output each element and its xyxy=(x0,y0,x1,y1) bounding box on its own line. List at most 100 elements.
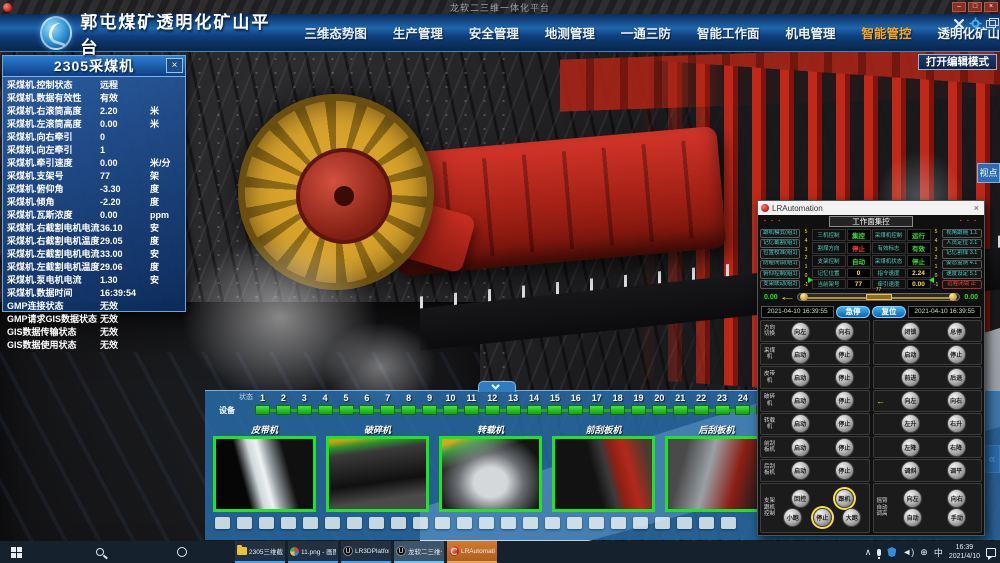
unit-status-block[interactable] xyxy=(443,405,458,415)
network-globe-icon[interactable]: ⊕ xyxy=(920,547,928,558)
unit-status-block[interactable] xyxy=(485,405,500,415)
mode-button[interactable]: 速度设定 5.1 xyxy=(942,270,982,279)
tools-icon[interactable] xyxy=(953,18,965,30)
unit-status-block[interactable] xyxy=(276,405,291,415)
control-button[interactable]: 手动 xyxy=(947,508,966,527)
menu-item[interactable]: 生产管理 xyxy=(393,23,443,42)
control-button[interactable]: 后退 xyxy=(947,368,966,387)
control-button[interactable]: 停止 xyxy=(835,438,854,457)
taskbar-app-button[interactable]: U LR3DPlatform - U... xyxy=(341,541,391,563)
close-button[interactable]: × xyxy=(984,2,998,12)
control-button[interactable]: 向左 xyxy=(901,391,920,410)
control-button[interactable]: 向右 xyxy=(835,322,854,341)
control-button[interactable]: 右升 xyxy=(947,414,966,433)
unit-status-block[interactable] xyxy=(506,405,521,415)
mode-button[interactable]: 人员定位 2.1 xyxy=(942,239,982,248)
start-button[interactable] xyxy=(4,541,28,563)
mode-button[interactable]: 俯仰控制(组1) xyxy=(760,270,800,279)
control-button[interactable]: 停止 xyxy=(835,368,854,387)
camera-thumbnail[interactable] xyxy=(326,436,429,512)
control-button[interactable]: 向左 xyxy=(903,489,922,508)
control-button[interactable]: 停止 xyxy=(835,414,854,433)
mode-button[interactable]: 记忆截割(组1) xyxy=(760,239,800,248)
unit-status-block[interactable] xyxy=(673,405,688,415)
control-button[interactable]: 启动 xyxy=(791,438,810,457)
control-button[interactable]: 右降 xyxy=(947,438,966,457)
control-button[interactable]: 停止 xyxy=(835,345,854,364)
control-button[interactable]: 大跑 xyxy=(842,508,861,527)
menu-item[interactable]: 机电管理 xyxy=(785,23,835,42)
control-button[interactable]: 启动 xyxy=(791,461,810,480)
taskbar-app-button[interactable]: 2305三维截图 xyxy=(235,541,285,563)
workface-control-tab[interactable]: 工作面集控 xyxy=(829,216,913,227)
unit-status-block[interactable] xyxy=(715,405,730,415)
control-button[interactable]: 左升 xyxy=(901,414,920,433)
control-button[interactable]: 启动 xyxy=(791,414,810,433)
unit-status-block[interactable] xyxy=(589,405,604,415)
mode-button[interactable]: 跟机模式(组1) xyxy=(760,229,800,238)
control-button[interactable]: 向右 xyxy=(947,489,966,508)
unit-status-block[interactable] xyxy=(318,405,333,415)
unit-status-block[interactable] xyxy=(464,405,479,415)
control-button[interactable]: 启动 xyxy=(791,391,810,410)
unit-status-block[interactable] xyxy=(694,405,709,415)
emergency-stop-button[interactable]: 急停 xyxy=(836,306,870,318)
search-button[interactable] xyxy=(88,541,112,563)
slider-knob[interactable] xyxy=(949,293,957,301)
control-button[interactable]: 自动 xyxy=(903,508,922,527)
mode-button[interactable]: 防碰闭锁(组1) xyxy=(760,260,800,269)
menu-item[interactable]: 安全管理 xyxy=(469,23,519,42)
cortana-button[interactable] xyxy=(170,541,194,563)
control-button[interactable]: 停止 xyxy=(835,461,854,480)
reset-button[interactable]: 复位 xyxy=(872,306,906,318)
control-button[interactable]: 启动 xyxy=(791,368,810,387)
gear-icon[interactable] xyxy=(969,17,982,30)
viewpoint-tab[interactable]: 视点 xyxy=(977,163,1000,183)
mode-button[interactable]: 姿态监测 4.1 xyxy=(942,260,982,269)
mode-button[interactable]: 位置校准(组1) xyxy=(760,249,800,258)
control-button[interactable]: 跟机 xyxy=(835,489,854,508)
menu-item[interactable]: 智能管控 xyxy=(861,23,911,42)
unit-status-block[interactable] xyxy=(652,405,667,415)
unit-status-block[interactable] xyxy=(422,405,437,415)
mode-button[interactable]: 记忆割煤 3.1 xyxy=(942,249,982,258)
minimize-button[interactable]: – xyxy=(952,2,966,12)
control-button[interactable]: 前进 xyxy=(901,368,920,387)
menu-item[interactable]: 智能工作面 xyxy=(697,23,760,42)
camera-thumbnail[interactable] xyxy=(552,436,655,512)
menu-item[interactable]: 地测管理 xyxy=(545,23,595,42)
mode-button[interactable]: 视角跟随 1.1 xyxy=(942,229,982,238)
strip-collapse-tab[interactable] xyxy=(478,381,516,392)
panel-close-icon[interactable]: × xyxy=(166,58,183,73)
control-button[interactable]: 向右 xyxy=(947,391,966,410)
restore-layout-icon[interactable] xyxy=(986,20,996,28)
control-button[interactable]: 停止 xyxy=(947,345,966,364)
control-button[interactable]: 闭锁 xyxy=(901,322,920,341)
unit-status-block[interactable] xyxy=(297,405,312,415)
unit-status-block[interactable] xyxy=(380,405,395,415)
control-button[interactable]: 启动 xyxy=(901,345,920,364)
notification-center-icon[interactable] xyxy=(986,548,996,557)
unit-status-block[interactable] xyxy=(255,405,270,415)
microphone-icon[interactable] xyxy=(877,549,881,556)
taskbar-app-button[interactable]: U 龙软二三维一体化... xyxy=(394,541,444,563)
control-button[interactable]: 总停 xyxy=(947,322,966,341)
ime-indicator[interactable]: 中 xyxy=(934,546,943,559)
camera-thumbnail[interactable] xyxy=(213,436,316,512)
maximize-button[interactable]: □ xyxy=(968,2,982,12)
control-button[interactable]: 启动 xyxy=(791,345,810,364)
control-button[interactable]: 调斜 xyxy=(901,461,920,480)
position-slider[interactable]: 77 xyxy=(797,293,961,301)
control-button[interactable]: 停止 xyxy=(813,508,832,527)
control-button[interactable]: 回控 xyxy=(791,489,810,508)
unit-status-block[interactable] xyxy=(610,405,625,415)
tray-expand-chevron[interactable]: ∧ xyxy=(865,547,872,558)
mode-button[interactable]: 支架联动(组2) xyxy=(760,280,800,289)
menu-item[interactable]: 一通三防 xyxy=(621,23,671,42)
control-button[interactable]: 调平 xyxy=(947,461,966,480)
control-button[interactable]: 停止 xyxy=(835,391,854,410)
camera-thumbnail[interactable] xyxy=(665,436,768,512)
unit-status-block[interactable] xyxy=(527,405,542,415)
speaker-icon[interactable]: ◄) xyxy=(902,547,914,557)
unit-status-block[interactable] xyxy=(401,405,416,415)
